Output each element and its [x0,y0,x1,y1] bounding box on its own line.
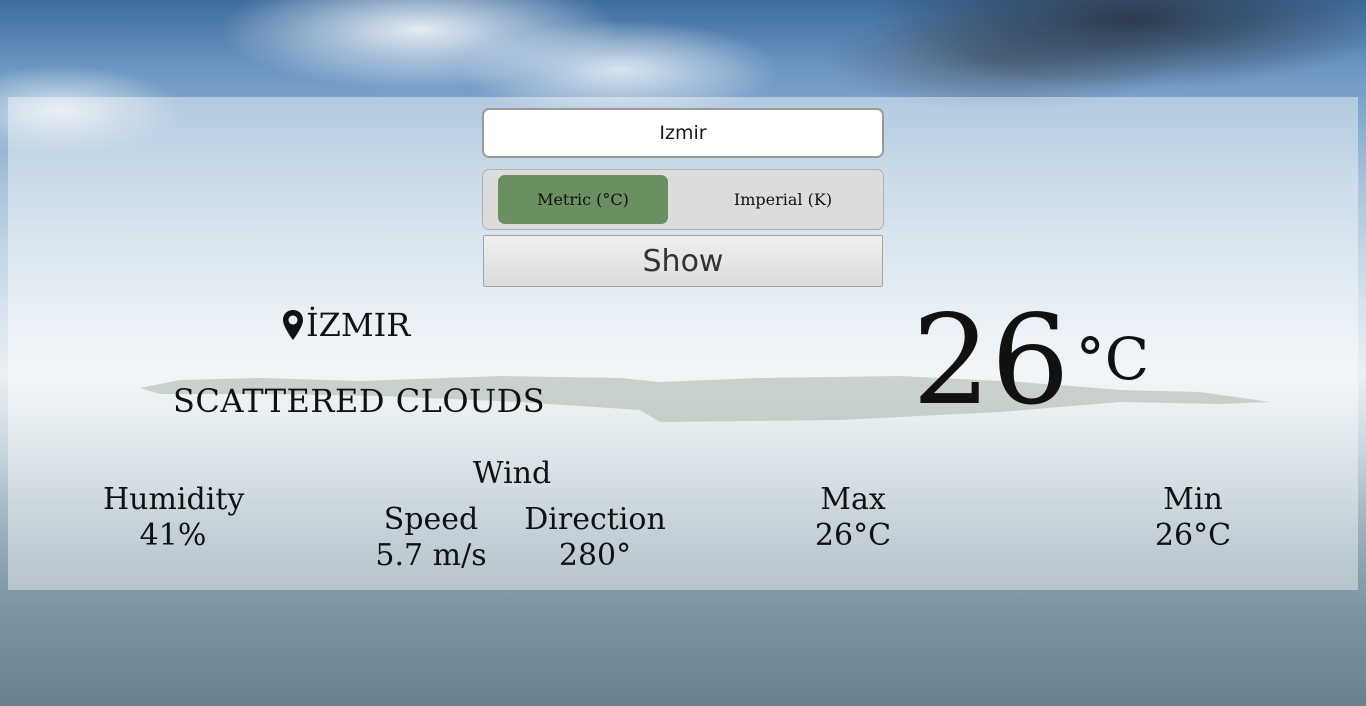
unit-imperial-option[interactable]: Imperial (K) [698,175,868,224]
temperature-value: 26 [912,289,1070,433]
wind-title: Wind [452,456,572,492]
temperature-unit: °C [1075,325,1150,393]
min-temp-value: 26°C [1154,518,1232,553]
city-name: İZMIR [306,306,411,344]
city-search-input[interactable] [482,108,884,158]
max-temp-value: 26°C [814,518,892,553]
min-temp-stat: Min 26°C [1143,482,1243,554]
current-temperature: 26 °C [912,296,1149,426]
max-temp-label: Max [820,482,886,517]
humidity-label: Humidity [103,482,245,517]
wind-direction-stat: Direction 280° [520,502,670,574]
wind-speed-label: Speed [383,502,479,537]
location: İZMIR [282,305,410,345]
map-pin-icon [283,310,303,340]
min-temp-label: Min [1163,482,1223,517]
wind-speed-value: 5.7 m/s [375,538,487,573]
show-button[interactable]: Show [483,235,883,287]
humidity-value: 41% [139,518,207,553]
unit-metric-option[interactable]: Metric (°C) [498,175,668,224]
wind-title-label: Wind [472,456,552,491]
max-temp-stat: Max 26°C [803,482,903,554]
wind-direction-value: 280° [558,538,632,573]
wind-speed-stat: Speed 5.7 m/s [370,502,492,574]
unit-toggle: Metric (°C) Imperial (K) [482,169,884,230]
wind-direction-label: Direction [524,502,666,537]
weather-condition: SCATTERED CLOUDS [173,382,546,420]
humidity-stat: Humidity 41% [103,482,245,554]
